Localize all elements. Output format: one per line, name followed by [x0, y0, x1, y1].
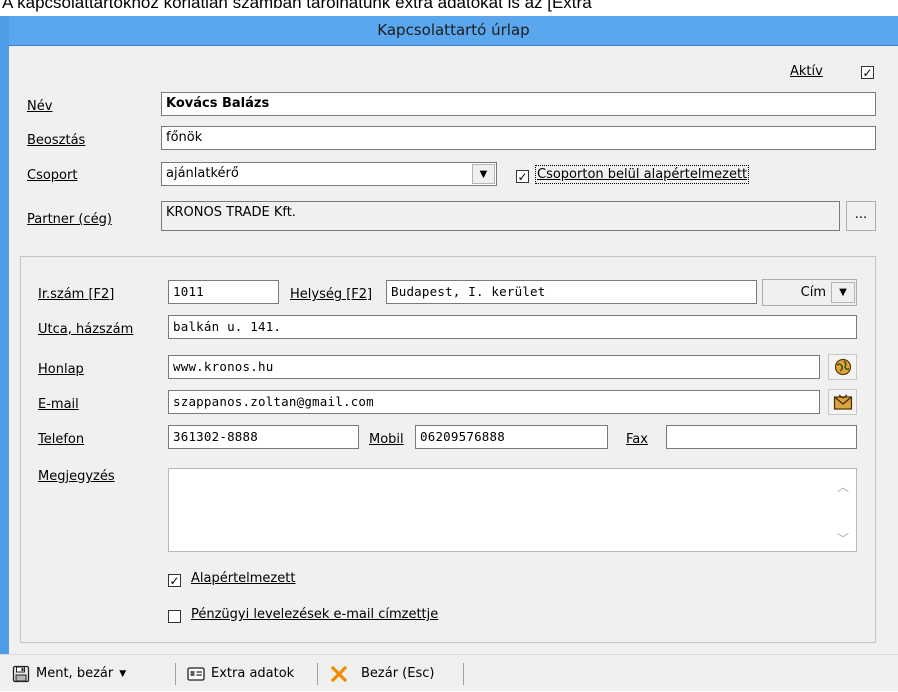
save-disk-icon — [12, 665, 30, 682]
toolbar-separator — [463, 663, 464, 685]
group-label: Csoport — [27, 168, 78, 183]
mobile-label: Mobil — [369, 432, 404, 447]
group-default-label[interactable]: Csoporton belül alapértelmezett — [534, 165, 750, 184]
extra-data-label: Extra adatok — [211, 666, 295, 681]
send-email-button[interactable] — [828, 389, 857, 415]
active-checkbox[interactable]: ✓ — [861, 66, 874, 79]
page-caption: A kapcsolattartókhoz korlátlan számban t… — [2, 0, 592, 12]
city-label: Helység [F2] — [290, 287, 373, 302]
open-website-button[interactable] — [828, 354, 857, 380]
finance-email-label: Pénzügyi levelezések e-mail címzettje — [191, 607, 439, 622]
note-scroll-up[interactable]: ︿ — [836, 478, 850, 495]
envelope-icon — [833, 394, 852, 410]
fax-field[interactable] — [666, 425, 857, 449]
name-label: Név — [27, 99, 53, 114]
note-label: Megjegyzés — [38, 469, 115, 484]
finance-email-checkbox[interactable] — [168, 610, 181, 623]
address-button-label: Cím — [800, 285, 826, 300]
window-title: Kapcsolattartó úrlap — [9, 16, 898, 45]
mobile-field[interactable]: 06209576888 — [415, 425, 608, 449]
default-checkbox[interactable]: ✓ — [168, 574, 181, 587]
note-textarea[interactable] — [168, 468, 857, 552]
window-left-edge — [0, 16, 9, 691]
street-field[interactable]: balkán u. 141. — [168, 315, 857, 339]
bottom-toolbar: Ment, bezár ▼ Extra adatok Bezár (Esc) — [0, 654, 898, 691]
group-default-checkbox[interactable]: ✓ — [516, 170, 529, 183]
active-label: Aktív — [790, 64, 823, 79]
save-close-button[interactable]: Ment, bezár ▼ — [12, 655, 126, 692]
group-select-value: ajánlatkérő — [166, 166, 239, 181]
name-field[interactable]: Kovács Balázs — [161, 92, 876, 116]
note-scroll-down[interactable]: ﹀ — [836, 530, 850, 547]
partner-field[interactable]: KRONOS TRADE Kft. — [161, 201, 840, 231]
chevron-down-icon: ▼ — [839, 287, 847, 298]
chevron-down-icon: ▼ — [119, 668, 127, 679]
id-card-icon — [187, 666, 205, 681]
partner-label: Partner (cég) — [27, 212, 112, 227]
website-field[interactable]: www.kronos.hu — [168, 355, 820, 379]
chevron-down-icon: ▼ — [479, 169, 488, 180]
email-label: E-mail — [38, 397, 79, 412]
toolbar-separator — [175, 663, 176, 685]
save-close-label: Ment, bezár — [36, 666, 114, 681]
zip-field[interactable]: 1011 — [168, 280, 279, 304]
partner-browse-button[interactable]: ... — [846, 201, 876, 231]
phone-label: Telefon — [38, 432, 85, 447]
zip-label: Ir.szám [F2] — [38, 287, 115, 302]
close-x-icon — [331, 665, 347, 682]
address-dropdown-button[interactable]: ▼ — [831, 282, 855, 303]
website-label: Honlap — [38, 362, 84, 377]
phone-field[interactable]: 361302-8888 — [168, 425, 359, 449]
close-label: Bezár (Esc) — [361, 666, 435, 681]
position-label: Beosztás — [27, 133, 86, 148]
city-field[interactable]: Budapest, I. kerület — [386, 280, 757, 304]
extra-data-button[interactable]: Extra adatok — [187, 655, 294, 692]
close-button[interactable]: Bezár (Esc) — [331, 655, 434, 692]
default-label: Alapértelmezett — [191, 571, 296, 586]
position-field[interactable]: főnök — [161, 126, 876, 150]
globe-icon — [834, 358, 851, 376]
fax-label: Fax — [626, 432, 648, 447]
email-field[interactable]: szappanos.zoltan@gmail.com — [168, 390, 820, 414]
toolbar-separator — [317, 663, 318, 685]
group-select[interactable]: ajánlatkérő — [161, 162, 497, 186]
street-label: Utca, házszám — [38, 322, 134, 337]
group-dropdown-button[interactable]: ▼ — [472, 164, 495, 184]
